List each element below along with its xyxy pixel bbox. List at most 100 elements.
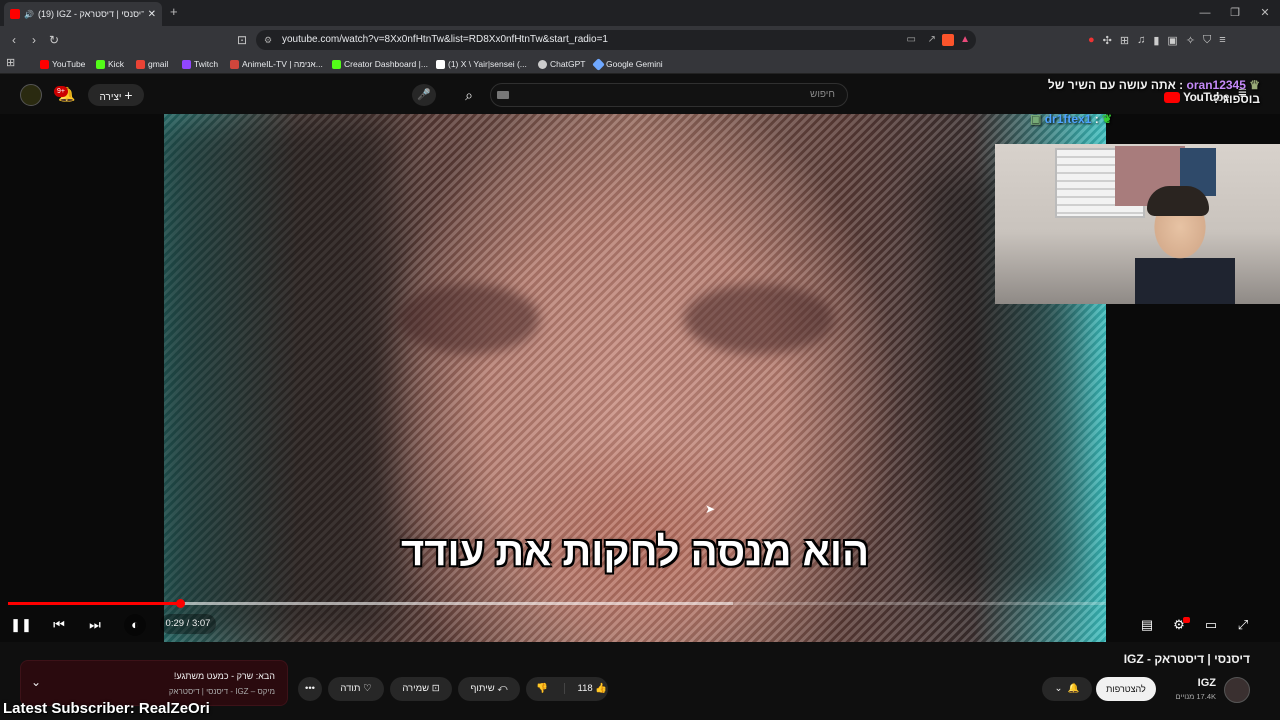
create-button[interactable]: יצירה + — [88, 84, 144, 106]
minimize-icon[interactable]: — — [1190, 4, 1220, 22]
bookmark-x[interactable]: (1) X \ Yair|sensei (... — [436, 56, 527, 72]
bookmark-twitch[interactable]: Twitch — [182, 56, 218, 72]
time-display: 0:29 / 3:07 — [160, 614, 216, 634]
theater-mode-icon[interactable]: ▭ — [1200, 614, 1222, 636]
cast-icon[interactable]: ▭ — [907, 30, 916, 50]
account-avatar[interactable] — [20, 84, 42, 106]
previous-icon[interactable]: ⏮ — [48, 614, 70, 636]
up-next-title: הבא: שרק - כמעט משתגע! — [173, 671, 275, 681]
bookmark-creator-dashboard[interactable]: Creator Dashboard |... — [332, 56, 428, 72]
kick-icon — [96, 59, 105, 69]
bell-icon: 🔔 — [1067, 683, 1080, 694]
tab-title: (19) IGZ - דיסנסי | דיסטראק — [37, 9, 144, 19]
notification-settings-button[interactable]: ⌄ 🔔 — [1042, 677, 1092, 701]
chevron-down-icon: ⌄ — [1054, 683, 1063, 694]
mouse-cursor-icon: ➤ — [705, 502, 716, 516]
volume-icon[interactable]: ◐ — [124, 614, 146, 636]
record-extension-icon[interactable]: ● — [1088, 34, 1095, 48]
up-next-subtitle: מיקס – IGZ - דיסנסי | דיסטראק — [168, 687, 275, 696]
dislike-button[interactable]: 👎 — [536, 683, 548, 694]
maximize-icon[interactable]: ❐ — [1220, 4, 1250, 22]
kick-icon — [332, 59, 341, 69]
menu-icon[interactable]: ≡ — [1219, 34, 1225, 48]
share-icon: ⤺ — [497, 683, 508, 694]
share-label: שיתוף — [470, 683, 495, 694]
keyboard-icon[interactable] — [497, 91, 509, 99]
channel-avatar[interactable] — [1224, 677, 1250, 703]
search-placeholder: חיפוש — [810, 89, 835, 100]
back-icon[interactable]: ‹ — [4, 30, 24, 50]
plus-icon: + — [124, 87, 133, 103]
bookmark-kick[interactable]: Kick — [96, 56, 124, 72]
chat-badge-icon: ▣ — [1030, 112, 1042, 126]
share-page-icon[interactable]: ↗ — [928, 30, 936, 50]
bookmark-label: YouTube — [52, 59, 86, 69]
bookmark-label: Kick — [108, 59, 125, 69]
chat-message: ▣ dr1ftex1 : ❦ — [1030, 112, 1113, 126]
media-icon[interactable]: ♫ — [1137, 34, 1145, 48]
reload-icon[interactable]: ↻ — [44, 30, 64, 50]
bookmark-icon[interactable]: ⊡ — [232, 30, 252, 50]
extension-icon[interactable]: ✣ — [1103, 34, 1112, 48]
vpn-icon[interactable]: ⛉ — [1203, 34, 1211, 48]
brave-rewards-icon[interactable]: ▲ — [960, 30, 970, 50]
bookmark-youtube[interactable]: YouTube — [40, 56, 85, 72]
search-input[interactable]: חיפוש — [490, 83, 848, 107]
share-button[interactable]: שיתוף ⤺ — [458, 677, 520, 701]
window-close-icon[interactable]: ✕ — [1250, 4, 1280, 22]
twitch-icon — [182, 59, 191, 69]
brave-shield-icon[interactable] — [942, 34, 954, 46]
voice-search-icon[interactable]: 🎤 — [412, 84, 436, 106]
hd-badge — [1183, 617, 1190, 623]
subscriber-count: 17.4K מנויים — [1175, 692, 1216, 701]
bookmark-gemini[interactable]: Google Gemini — [592, 56, 663, 72]
subscribe-button[interactable]: להצטרפות — [1096, 677, 1156, 701]
like-count[interactable]: 118 — [564, 683, 593, 694]
video-frame-detail — [684, 284, 834, 354]
bookmark-label: Google Gemini — [606, 59, 663, 69]
video-caption: הוא מנסה לחקות את עודד — [400, 530, 870, 574]
captions-icon[interactable]: ▤ — [1136, 614, 1158, 636]
ai-icon[interactable]: ✧ — [1186, 34, 1195, 48]
browser-tab-bar — [0, 0, 1280, 26]
search-icon[interactable]: ⌕ — [456, 84, 482, 106]
fullscreen-icon[interactable]: ⤢ — [1232, 614, 1254, 636]
wallet-icon[interactable]: ▣ — [1167, 34, 1177, 48]
bookmark-label: Creator Dashboard |... — [344, 59, 428, 69]
progress-played — [8, 602, 181, 605]
latest-subscriber-overlay: Latest Subscriber: RealZeOri — [3, 700, 210, 717]
forward-icon[interactable]: › — [24, 30, 44, 50]
thanks-label: תודה — [340, 683, 361, 694]
bookmark-chatgpt[interactable]: ChatGPT — [538, 56, 585, 72]
gmail-icon — [136, 59, 145, 69]
browser-tab[interactable]: 🔊 (19) IGZ - דיסנסי | דיסטראק ✕ — [4, 2, 162, 26]
chevron-down-icon[interactable]: ⌄ — [31, 675, 41, 689]
address-bar[interactable]: ⚙ youtube.com/watch?v=8Xx0nfHtnTw&list=R… — [256, 30, 976, 50]
pause-icon[interactable]: ❚❚ — [10, 614, 32, 636]
video-title: דיסנסי | דיסטראק - IGZ — [1123, 652, 1250, 666]
site-info-icon[interactable]: ⚙ — [264, 30, 272, 50]
more-actions-button[interactable]: ••• — [298, 677, 322, 701]
save-icon: ⊡ — [431, 683, 440, 694]
tab-close-icon[interactable]: ✕ — [148, 9, 156, 20]
screenshot-icon[interactable]: ⊞ — [1120, 34, 1129, 48]
notification-badge: 9+ — [54, 86, 68, 97]
save-button[interactable]: שמירה ⊡ — [390, 677, 452, 701]
chat-badge-icon: ♛ — [1249, 78, 1260, 92]
chat-username: dr1ftex1 — [1044, 112, 1092, 126]
chat-emote-icon: ❦ — [1102, 112, 1113, 126]
next-icon[interactable]: ⏭ — [84, 614, 106, 636]
thanks-button[interactable]: תודה ♡ — [328, 677, 384, 701]
apps-grid-icon[interactable]: ⊞ — [6, 56, 15, 69]
new-tab-button[interactable]: + — [170, 4, 184, 20]
bookmark-gmail[interactable]: gmail — [136, 56, 168, 72]
create-label: יצירה — [99, 92, 122, 103]
channel-name[interactable]: IGZ — [1150, 677, 1216, 689]
bookmark-label: ChatGPT — [550, 59, 586, 69]
sidebar-icon[interactable]: ▮ — [1153, 34, 1159, 48]
bookmark-label: AnimeIL-TV | אנימה... — [242, 59, 323, 69]
x-icon — [436, 59, 445, 69]
bookmark-animeil[interactable]: AnimeIL-TV | אנימה... — [230, 56, 323, 72]
stream-chat-overlay: ♛ oran12345 : אתה עושה עם השיר של בוספוג… — [1030, 78, 1260, 126]
youtube-favicon-icon — [10, 9, 20, 19]
